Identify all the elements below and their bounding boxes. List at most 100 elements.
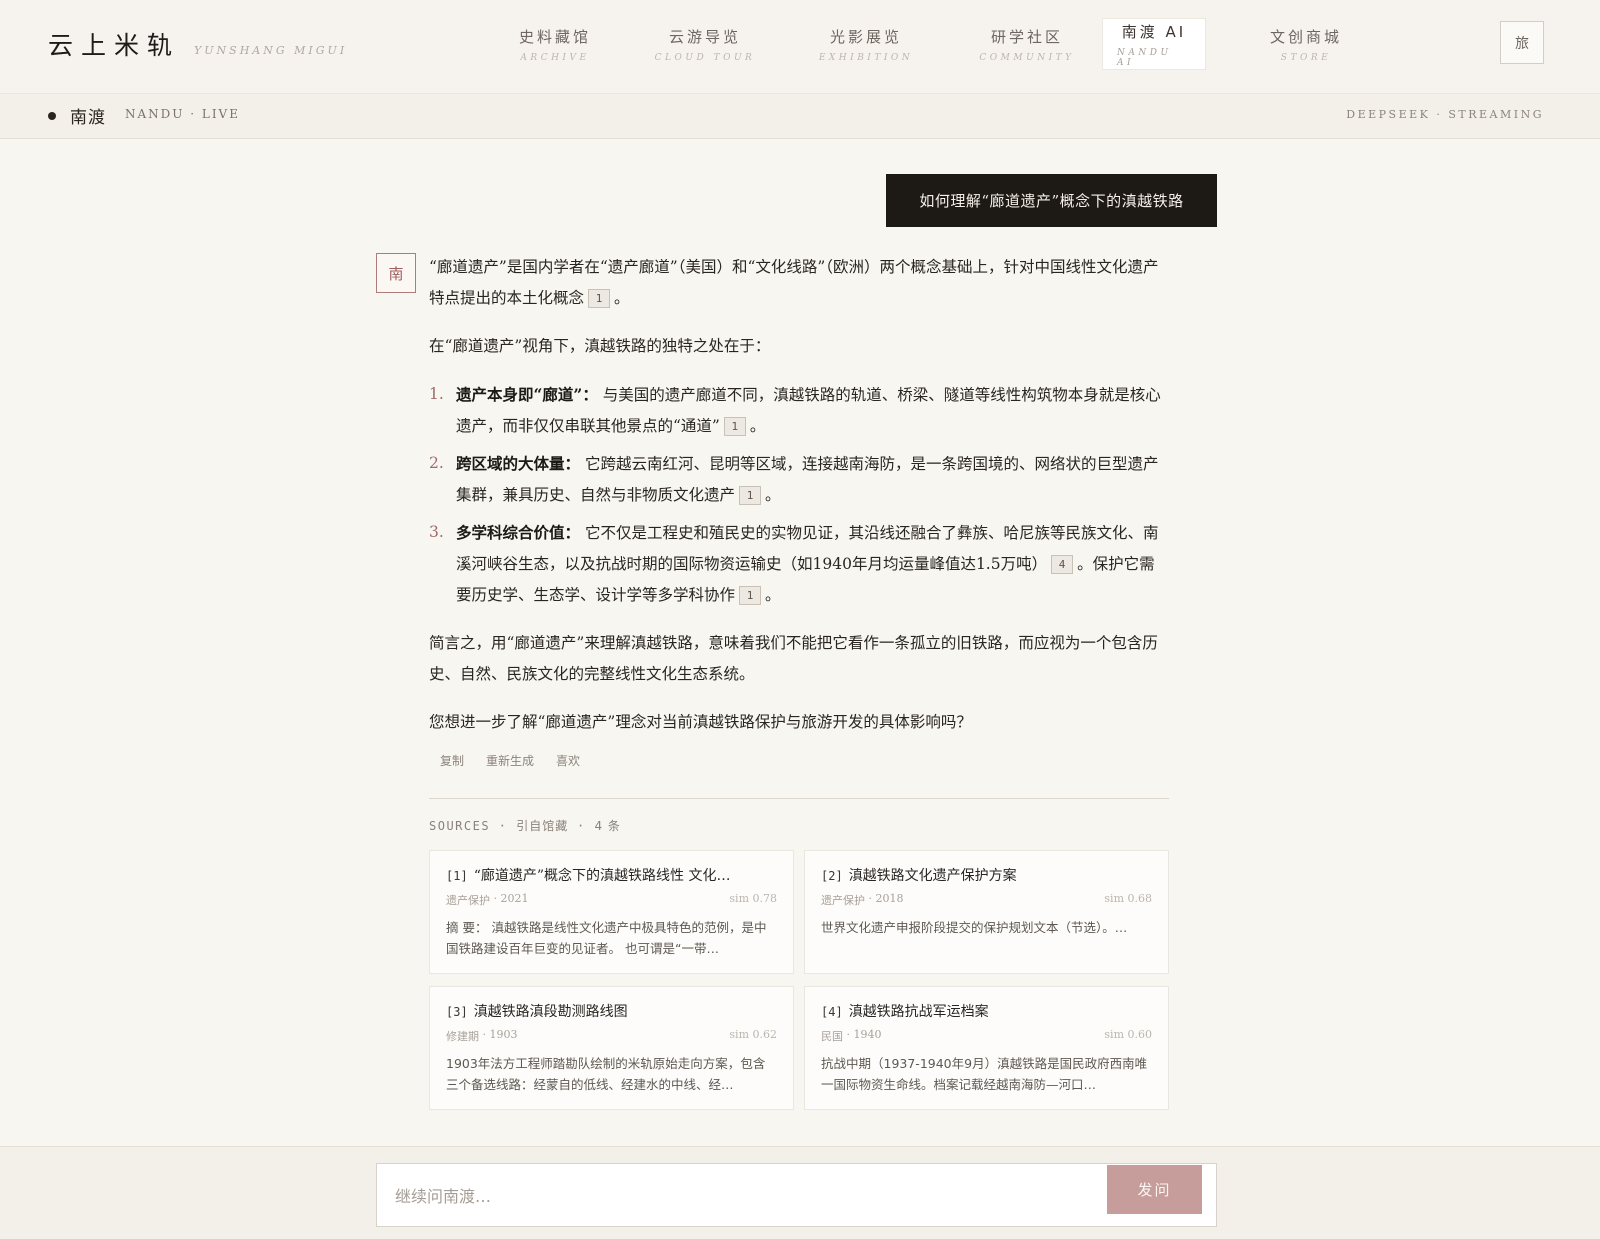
composer [376, 1163, 1217, 1227]
source-title-text: 滇越铁路抗战军运档案 [848, 1004, 989, 1020]
user-message-bubble: 如何理解“廊道遗产”概念下的滇越铁路 [886, 174, 1217, 227]
citation-badge[interactable]: 1 [739, 586, 762, 605]
sources-count: 4 条 [594, 819, 621, 833]
source-title-text: 滇越铁路滇段勘测路线图 [473, 1004, 628, 1020]
nav-sublabel: NANDU AI [1117, 47, 1172, 68]
answer-points: 1. 遗产本身即“廊道”： 与美国的遗产廊道不同，滇越铁路的轨道、桥梁、隧道等线… [429, 379, 1169, 611]
chat-status-bar: 南渡 NANDU · LIVE DEEPSEEK · STREAMING [0, 94, 1600, 139]
divider [429, 798, 1169, 799]
source-year: · 1903 [482, 1028, 518, 1041]
top-navigation: 云上米轨 YUNSHANG MIGUI 史料藏馆 ARCHIVE 云游导览 CL… [0, 0, 1600, 94]
citation-badge[interactable]: 4 [1051, 555, 1074, 574]
source-year: · 1940 [846, 1028, 882, 1041]
source-title-text: “廊道遗产”概念下的滇越铁路线性 文化… [473, 868, 731, 884]
answer-intro-text: “廊道遗产”是国内学者在“遗产廊道”（美国）和“文化线路”（欧洲）两个概念基础上… [429, 258, 1159, 307]
sources-label-zh: 引自馆藏 [516, 819, 569, 833]
source-card[interactable]: [3] 滇越铁路滇段勘测路线图 修建期 · 1903 sim 0.62 1903年… [429, 986, 794, 1110]
answer-point: 3. 多学科综合价值： 它不仅是工程史和殖民史的实物见证，其沿线还融合了彝族、哈… [429, 517, 1169, 611]
point-heading: 多学科综合价值： [456, 523, 581, 542]
nav-label: 南渡 AI [1121, 22, 1187, 41]
answer-point: 2. 跨区域的大体量： 它跨越云南红河、昆明等区域，连接越南海防，是一条跨国境的… [429, 448, 1169, 511]
point-heading: 跨区域的大体量： [456, 454, 581, 473]
source-similarity: sim 0.68 [1104, 892, 1152, 905]
nav-item-exhibition[interactable]: 光影展览 EXHIBITION [788, 18, 944, 70]
answer-summary: 简言之，用“廊道遗产”来理解滇越铁路，意味着我们不能把它看作一条孤立的旧铁路，而… [429, 634, 1158, 683]
source-abstract: 抗战中期（1937-1940年9月）滇越铁路是国民政府西南唯一国际物资生命线。档… [821, 1056, 1148, 1092]
source-similarity: sim 0.78 [729, 892, 777, 905]
nav-item-nandu-ai[interactable]: 南渡 AI NANDU AI [1102, 18, 1206, 70]
brand-name: 云上米轨 [48, 31, 181, 60]
regenerate-button[interactable]: 重新生成 [486, 752, 534, 769]
nav-sublabel: EXHIBITION [818, 52, 914, 63]
model-status: DEEPSEEK · STREAMING [1346, 108, 1544, 121]
source-title: [2] 滇越铁路文化遗产保护方案 [821, 865, 1152, 885]
sources-label: SOURCES [429, 819, 491, 833]
source-card[interactable]: [1] “廊道遗产”概念下的滇越铁路线性 文化… 遗产保护 · 2021 sim … [429, 850, 794, 974]
nav-label: 研学社区 [990, 27, 1063, 46]
answer-intro: “廊道遗产”是国内学者在“遗产廊道”（美国）和“文化线路”（欧洲）两个概念基础上… [429, 258, 1159, 308]
nav-item-archive[interactable]: 史料藏馆 ARCHIVE [488, 18, 622, 70]
nav-label: 文创商城 [1269, 27, 1342, 46]
main-nav: 史料藏馆 ARCHIVE 云游导览 CLOUD TOUR 光影展览 EXHIBI… [488, 18, 1398, 70]
brand-logo[interactable]: 云上米轨 YUNSHANG MIGUI [48, 26, 347, 62]
source-abstract: 摘 要： 滇越铁路是线性文化遗产中极具特色的范例，是中国铁路建设百年巨变的见证者… [446, 920, 767, 956]
copy-button[interactable]: 复制 [440, 752, 464, 769]
answer-point: 1. 遗产本身即“廊道”： 与美国的遗产廊道不同，滇越铁路的轨道、桥梁、隧道等线… [429, 379, 1169, 442]
nav-item-cloud-tour[interactable]: 云游导览 CLOUD TOUR [622, 18, 788, 70]
source-tag: 遗产保护 [821, 894, 865, 907]
nav-label: 云游导览 [668, 27, 741, 46]
nav-sublabel: STORE [1280, 52, 1332, 63]
source-index: [1] [446, 869, 468, 883]
like-button[interactable]: 喜欢 [556, 752, 580, 769]
nav-sublabel: CLOUD TOUR [654, 52, 756, 63]
source-title: [3] 滇越铁路滇段勘测路线图 [446, 1001, 777, 1021]
live-indicator-dot [48, 112, 56, 120]
send-button[interactable]: 发问 [1107, 1165, 1202, 1214]
nav-sublabel: COMMUNITY [979, 52, 1075, 63]
point-number: 1. [429, 385, 444, 403]
source-card[interactable]: [4] 滇越铁路抗战军运档案 民国 · 1940 sim 0.60 抗战中期（19… [804, 986, 1169, 1110]
source-meta: 遗产保护 · 2018 sim 0.68 [821, 892, 1152, 908]
source-index: [2] [821, 869, 843, 883]
citation-badge[interactable]: 1 [723, 417, 746, 436]
answer-lead: 在“廊道遗产”视角下，滇越铁路的独特之处在于： [429, 337, 771, 355]
source-index: [3] [446, 1005, 468, 1019]
source-year: · 2021 [493, 892, 529, 905]
answer-followup: 您想进一步了解“廊道遗产”理念对当前滇越铁路保护与旅游开发的具体影响吗？ [429, 713, 972, 731]
assistant-status: NANDU · LIVE [125, 107, 240, 121]
nav-label: 史料藏馆 [518, 27, 591, 46]
chat-input[interactable] [395, 1182, 1075, 1210]
travel-button[interactable]: 旅 [1500, 21, 1544, 64]
nav-sublabel: ARCHIVE [520, 52, 590, 63]
brand-subtitle: YUNSHANG MIGUI [194, 44, 348, 57]
source-abstract: 世界文化遗产申报阶段提交的保护规划文本（节选）。… [821, 920, 1128, 935]
point-heading: 遗产本身即“廊道”： [456, 385, 598, 404]
citation-badge[interactable]: 1 [739, 486, 762, 505]
source-abstract: 1903年法方工程师踏勘队绘制的米轨原始走向方案，包含三个备选线路：经蒙自的低线… [446, 1056, 766, 1092]
source-title: [1] “廊道遗产”概念下的滇越铁路线性 文化… [446, 865, 777, 885]
source-meta: 民国 · 1940 sim 0.60 [821, 1028, 1152, 1044]
assistant-avatar: 南 [376, 253, 416, 293]
source-index: [4] [821, 1005, 843, 1019]
source-year: · 2018 [868, 892, 904, 905]
source-tag: 遗产保护 [446, 894, 490, 907]
nav-item-community[interactable]: 研学社区 COMMUNITY [944, 18, 1110, 70]
source-tag: 民国 [821, 1030, 843, 1043]
source-title: [4] 滇越铁路抗战军运档案 [821, 1001, 1152, 1021]
sources-heading: SOURCES · 引自馆藏 · 4 条 [429, 819, 621, 833]
assistant-name: 南渡 [70, 108, 106, 128]
source-similarity: sim 0.62 [729, 1028, 777, 1041]
nav-label: 光影展览 [829, 27, 902, 46]
source-meta: 修建期 · 1903 sim 0.62 [446, 1028, 777, 1044]
source-tag: 修建期 [446, 1030, 479, 1043]
source-card[interactable]: [2] 滇越铁路文化遗产保护方案 遗产保护 · 2018 sim 0.68 世界文… [804, 850, 1169, 974]
point-number: 2. [429, 454, 444, 472]
assistant-answer: “廊道遗产”是国内学者在“遗产廊道”（美国）和“文化线路”（欧洲）两个概念基础上… [429, 252, 1169, 755]
citation-badge[interactable]: 1 [588, 289, 611, 308]
source-similarity: sim 0.60 [1104, 1028, 1152, 1041]
source-meta: 遗产保护 · 2021 sim 0.78 [446, 892, 777, 908]
point-number: 3. [429, 523, 444, 541]
source-title-text: 滇越铁路文化遗产保护方案 [848, 868, 1017, 884]
message-actions: 复制 重新生成 喜欢 [440, 752, 580, 769]
nav-item-store[interactable]: 文创商城 STORE [1214, 18, 1398, 70]
